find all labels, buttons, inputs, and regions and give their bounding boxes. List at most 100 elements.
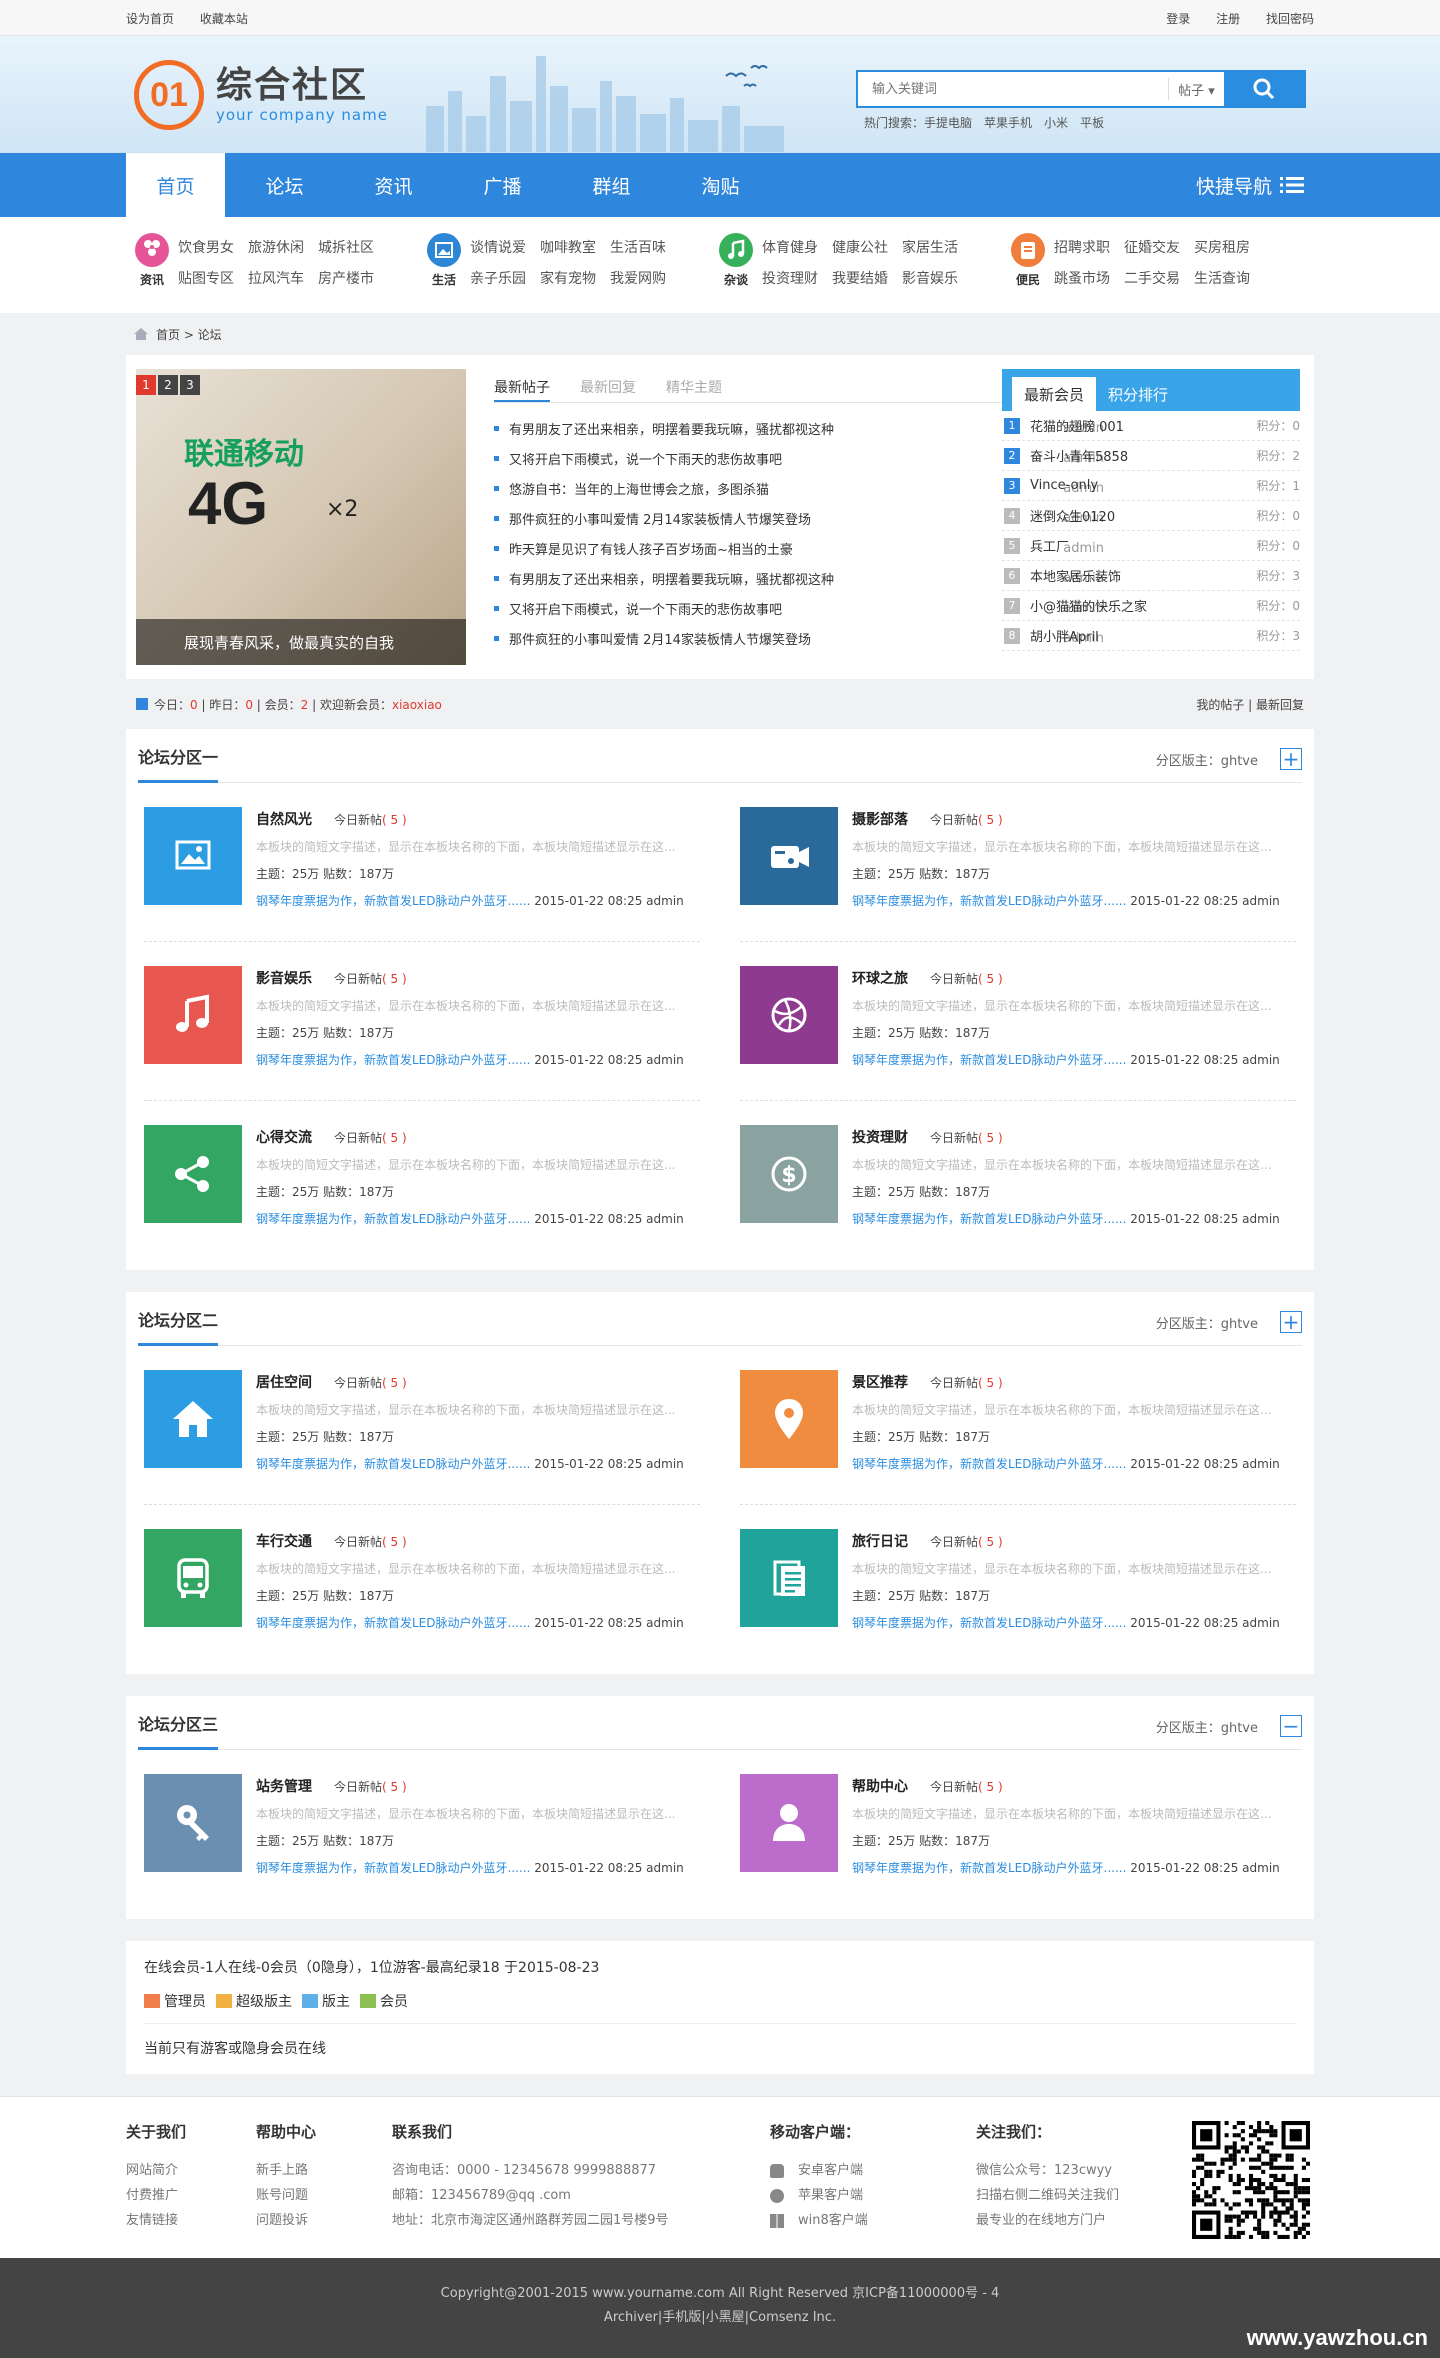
- category-link[interactable]: 亲子乐园: [470, 268, 526, 289]
- category-link[interactable]: 家居生活: [902, 237, 958, 258]
- set-homepage-link[interactable]: 设为首页: [126, 12, 174, 26]
- post-title[interactable]: 悠游自书：当年的上海世博会之旅，多图杀猫: [494, 479, 769, 498]
- category-link[interactable]: 谈情说爱: [470, 237, 526, 258]
- category-news[interactable]: 资讯: [126, 233, 178, 288]
- category-link[interactable]: 旅游休闲: [248, 237, 304, 258]
- footer-link[interactable]: 账号问题: [256, 2183, 392, 2208]
- post-title[interactable]: 有男朋友了还出来相亲，明摆着要我玩嘛，骚扰都视这种: [494, 569, 834, 588]
- tab-latest-replies[interactable]: 最新回复: [580, 369, 636, 402]
- home-icon[interactable]: [144, 1370, 242, 1468]
- category-link[interactable]: 饮食男女: [178, 237, 234, 258]
- category-chat[interactable]: 杂谈: [710, 233, 762, 288]
- hot-search-item[interactable]: 苹果手机: [984, 116, 1032, 130]
- music-icon[interactable]: [144, 966, 242, 1064]
- bus-icon[interactable]: [144, 1529, 242, 1627]
- category-link[interactable]: 贴图专区: [178, 268, 234, 289]
- section-toggle-button[interactable]: +: [1280, 1311, 1302, 1333]
- forum-name[interactable]: 帮助中心: [852, 1779, 908, 1795]
- forum-name[interactable]: 车行交通: [256, 1534, 312, 1550]
- post-title[interactable]: 又将开启下雨模式，说一个下雨天的悲伤故事吧: [494, 449, 782, 468]
- slider-page[interactable]: 1: [136, 375, 156, 395]
- forum-name[interactable]: 影音娱乐: [256, 971, 312, 987]
- nav-item-forum[interactable]: 论坛: [235, 153, 334, 217]
- category-service[interactable]: 便民: [1002, 233, 1054, 288]
- last-post-link[interactable]: 钢琴年度票据为作，新款首发LED脉动户外蓝牙......: [852, 894, 1126, 908]
- category-link[interactable]: 招聘求职: [1054, 237, 1110, 258]
- post-title[interactable]: 有男朋友了还出来相亲，明摆着要我玩嘛，骚扰都视这种: [494, 419, 834, 438]
- footer-link[interactable]: 新手上路: [256, 2158, 392, 2183]
- category-link[interactable]: 征婚交友: [1124, 237, 1180, 258]
- quick-nav-button[interactable]: 快捷导航: [1196, 153, 1304, 217]
- category-link[interactable]: 投资理财: [762, 268, 818, 289]
- apple-client-link[interactable]: 苹果客户端: [770, 2183, 976, 2208]
- document-icon[interactable]: [740, 1529, 838, 1627]
- last-post-link[interactable]: 钢琴年度票据为作，新款首发LED脉动户外蓝牙......: [256, 1616, 530, 1630]
- post-title[interactable]: 那件疯狂的小事叫爱情 2月14家装板情人节爆笑登场: [494, 509, 811, 528]
- forum-name[interactable]: 站务管理: [256, 1779, 312, 1795]
- section-title[interactable]: 论坛分区二: [138, 1307, 219, 1346]
- section-toggle-button[interactable]: +: [1280, 748, 1302, 770]
- win8-client-link[interactable]: win8客户端: [770, 2208, 976, 2233]
- category-link[interactable]: 健康公社: [832, 237, 888, 258]
- slider-page[interactable]: 3: [180, 375, 200, 395]
- category-link[interactable]: 买房租房: [1194, 237, 1250, 258]
- nav-item-taotie[interactable]: 淘贴: [671, 153, 770, 217]
- member-name[interactable]: Vince-only: [1030, 478, 1256, 493]
- home-icon[interactable]: [134, 328, 148, 340]
- forum-name[interactable]: 摄影部落: [852, 812, 908, 828]
- nav-item-broadcast[interactable]: 广播: [453, 153, 552, 217]
- last-post-link[interactable]: 钢琴年度票据为作，新款首发LED脉动户外蓝牙......: [256, 1212, 530, 1226]
- post-title[interactable]: 昨天算是见识了有钱人孩子百岁场面~相当的土豪: [494, 539, 793, 558]
- search-input[interactable]: [858, 72, 1168, 106]
- hot-search-item[interactable]: 平板: [1080, 116, 1104, 130]
- bookmark-link[interactable]: 收藏本站: [200, 12, 248, 26]
- android-client-link[interactable]: 安卓客户端: [770, 2158, 976, 2183]
- member-name[interactable]: 小@猫猫的快乐之家: [1030, 596, 1256, 615]
- last-post-link[interactable]: 钢琴年度票据为作，新款首发LED脉动户外蓝牙......: [256, 1861, 530, 1875]
- forum-name[interactable]: 自然风光: [256, 812, 312, 828]
- footer-link[interactable]: 付费推广: [126, 2183, 256, 2208]
- footer-link[interactable]: 问题投诉: [256, 2208, 392, 2233]
- hot-search-item[interactable]: 手提电脑: [924, 116, 972, 130]
- share-icon[interactable]: [144, 1125, 242, 1223]
- last-post-link[interactable]: 钢琴年度票据为作，新款首发LED脉动户外蓝牙......: [256, 1053, 530, 1067]
- search-type-select[interactable]: 帖子 ▾: [1168, 78, 1224, 100]
- section-toggle-button[interactable]: −: [1280, 1715, 1302, 1737]
- footer-link[interactable]: 网站简介: [126, 2158, 256, 2183]
- category-link[interactable]: 生活百味: [610, 237, 666, 258]
- member-name[interactable]: 花猫的翅膀 001: [1030, 416, 1256, 435]
- category-link[interactable]: 房产楼市: [318, 268, 374, 289]
- hot-search-item[interactable]: 小米: [1044, 116, 1068, 130]
- category-link[interactable]: 家有宠物: [540, 268, 596, 289]
- image-slider[interactable]: 1 2 3 联通移动 4G ×2 展现青春风采，做最真实的自我: [136, 369, 466, 665]
- bottom-links[interactable]: Archiver|手机版|小黑屋|Comsenz Inc.: [0, 2306, 1440, 2330]
- globe-icon[interactable]: [740, 966, 838, 1064]
- forum-name[interactable]: 景区推荐: [852, 1375, 908, 1391]
- my-posts-links[interactable]: 我的帖子 | 最新回复: [1196, 696, 1304, 713]
- tab-featured[interactable]: 精华主题: [666, 369, 722, 402]
- category-life[interactable]: 生活: [418, 233, 470, 288]
- breadcrumb-text[interactable]: 首页 > 论坛: [156, 326, 222, 343]
- member-name[interactable]: 迷倒众生0120: [1030, 506, 1256, 525]
- post-title[interactable]: 又将开启下雨模式，说一个下雨天的悲伤故事吧: [494, 599, 782, 618]
- member-name[interactable]: 本地家居乐装饰: [1030, 566, 1256, 585]
- search-button[interactable]: [1224, 72, 1304, 106]
- member-name[interactable]: 胡小胖April: [1030, 626, 1256, 645]
- category-link[interactable]: 城拆社区: [318, 237, 374, 258]
- last-post-link[interactable]: 钢琴年度票据为作，新款首发LED脉动户外蓝牙......: [852, 1457, 1126, 1471]
- category-link[interactable]: 生活查询: [1194, 268, 1250, 289]
- last-post-link[interactable]: 钢琴年度票据为作，新款首发LED脉动户外蓝牙......: [256, 1457, 530, 1471]
- nav-item-groups[interactable]: 群组: [562, 153, 661, 217]
- nav-item-news[interactable]: 资讯: [344, 153, 443, 217]
- category-link[interactable]: 我爱网购: [610, 268, 666, 289]
- logo[interactable]: 01 综合社区 your company name: [134, 60, 388, 130]
- section-title[interactable]: 论坛分区一: [138, 744, 219, 783]
- category-link[interactable]: 拉风汽车: [248, 268, 304, 289]
- category-link[interactable]: 体育健身: [762, 237, 818, 258]
- login-link[interactable]: 登录: [1166, 12, 1190, 26]
- forum-name[interactable]: 投资理财: [852, 1130, 908, 1146]
- last-post-link[interactable]: 钢琴年度票据为作，新款首发LED脉动户外蓝牙......: [852, 1212, 1126, 1226]
- last-post-link[interactable]: 钢琴年度票据为作，新款首发LED脉动户外蓝牙......: [256, 894, 530, 908]
- camera-icon[interactable]: [740, 807, 838, 905]
- post-title[interactable]: 那件疯狂的小事叫爱情 2月14家装板情人节爆笑登场: [494, 629, 811, 648]
